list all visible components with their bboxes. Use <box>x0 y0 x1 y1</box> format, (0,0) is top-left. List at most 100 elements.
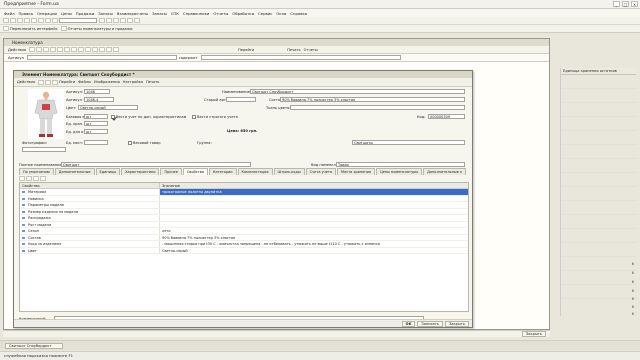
paste-icon[interactable] <box>38 18 44 23</box>
menu-spk[interactable]: СПК <box>171 11 179 16</box>
tab-additional-k[interactable]: Дополнительные к <box>423 168 467 175</box>
article-color-field[interactable]: 1046-4 <box>84 97 114 102</box>
list-close-button[interactable]: Закрыть <box>521 331 546 337</box>
sort-icon[interactable] <box>71 47 78 52</box>
menu-directories[interactable]: Справочники <box>183 11 209 16</box>
new-icon[interactable] <box>3 18 9 23</box>
close-button[interactable]: × <box>631 1 638 7</box>
minimize-button[interactable]: _ <box>613 1 620 7</box>
form-refresh-icon[interactable] <box>45 79 52 85</box>
form-actions-menu[interactable]: Действия <box>17 80 35 84</box>
tab-kit[interactable]: Комплектация <box>237 168 273 175</box>
tab-prices[interactable]: Цены номенклатуры <box>376 168 423 175</box>
tab-characteristics[interactable]: Характеристики <box>121 168 160 175</box>
form-save-icon[interactable] <box>38 79 45 85</box>
maximize-button[interactable]: □ <box>622 1 629 7</box>
list-reports-menu[interactable]: Отчеты <box>304 48 318 52</box>
tab-accounts[interactable]: Счета учета <box>305 168 337 175</box>
composition-field[interactable]: 90% бавовна 7% полиэстер 3% эластан <box>280 97 465 102</box>
ok-button[interactable]: OK <box>401 320 416 327</box>
menu-stock[interactable]: Запасы <box>98 11 113 16</box>
filter-icon[interactable] <box>64 47 71 52</box>
menu-edit[interactable]: Правка <box>19 11 33 16</box>
print-icon[interactable] <box>45 18 51 23</box>
strict-accounting-checkbox[interactable]: Вести строгого учета <box>192 114 238 119</box>
edit-icon[interactable] <box>50 47 57 52</box>
tab-categories[interactable]: Категории <box>208 168 237 175</box>
down-icon[interactable] <box>92 47 99 52</box>
type-field[interactable]: Товар <box>336 162 465 167</box>
report-unit-field[interactable]: шт <box>84 129 108 134</box>
group-field[interactable]: Свитшоты <box>352 140 465 145</box>
edit-prop-icon[interactable] <box>33 176 39 181</box>
find-icon[interactable] <box>52 18 58 23</box>
form-images-button[interactable]: Изображения <box>94 80 120 84</box>
up-icon[interactable] <box>85 47 92 52</box>
help-list-icon[interactable] <box>113 47 120 52</box>
menu-sales[interactable]: Продажи <box>76 11 94 16</box>
full-name-field[interactable]: Свитшот <box>61 162 251 167</box>
weight-goods-checkbox[interactable]: Весовой товар <box>128 140 161 145</box>
delete-icon[interactable] <box>57 47 64 52</box>
menu-help[interactable]: Справка <box>290 11 307 16</box>
filter-value-input[interactable] <box>200 55 401 60</box>
name-field[interactable]: Свитшот Сноубордист <box>250 89 465 94</box>
form-close-button[interactable]: Закрыть <box>444 320 469 327</box>
add-group-icon[interactable] <box>36 47 43 52</box>
color-field[interactable]: Светло-серый <box>78 105 138 110</box>
calc-icon[interactable] <box>99 18 105 23</box>
extra-chars-checkbox[interactable]: Вести учет по доп. характеристикам <box>111 114 186 119</box>
taskbar-item[interactable]: Свитшот Сноубордист <box>5 342 63 349</box>
form-goto-menu[interactable]: Перейти <box>59 80 75 84</box>
save-icon[interactable] <box>17 18 23 23</box>
interface-icon[interactable] <box>3 26 9 31</box>
base-unit-field[interactable]: шт <box>84 114 108 119</box>
reports-nomenclature-button[interactable]: Отчеты номенклатуры и продажи <box>68 27 133 31</box>
add-icon[interactable] <box>29 47 36 52</box>
list-goto-menu[interactable]: Перейти <box>238 48 254 52</box>
refresh-prop-icon[interactable] <box>40 176 46 181</box>
menu-reports[interactable]: Отчеты <box>213 11 228 16</box>
tab-units[interactable]: Единицы <box>95 168 121 175</box>
list-actions-menu[interactable]: Действия <box>8 48 26 52</box>
refresh-icon[interactable] <box>134 18 140 23</box>
form-settings-button[interactable]: Настройка <box>123 80 143 84</box>
tab-additional[interactable]: Дополнительные <box>54 168 95 175</box>
help-icon[interactable] <box>113 18 119 23</box>
form-copy-icon[interactable] <box>52 79 59 85</box>
copy-icon[interactable] <box>31 18 37 23</box>
add-prop-icon[interactable] <box>19 176 25 181</box>
tab-storage[interactable]: Места хранения <box>337 168 375 175</box>
fabric-color-field[interactable] <box>290 105 465 110</box>
filter-field-combo[interactable] <box>26 55 177 60</box>
menu-processing[interactable]: Обработки <box>232 11 254 16</box>
tab-properties[interactable]: Свойства <box>182 168 208 175</box>
delete-prop-icon[interactable] <box>26 176 32 181</box>
switch-interface-button[interactable]: Переключить интерфейс <box>10 27 58 31</box>
property-column-header[interactable]: Свойство <box>20 183 160 188</box>
menu-file[interactable]: Файл <box>4 11 15 16</box>
code-field[interactable]: 000000309 <box>428 114 465 119</box>
settings-icon[interactable] <box>127 18 133 23</box>
article-field[interactable]: 1046 <box>84 89 110 94</box>
value-column-header[interactable]: Значение <box>160 183 180 188</box>
menu-stock2[interactable]: Запасы <box>152 11 167 16</box>
places-field[interactable] <box>84 140 108 145</box>
reports-icon[interactable] <box>120 18 126 23</box>
storage-unit-field[interactable]: шт <box>84 121 108 126</box>
tab-other[interactable]: Прочее <box>160 168 182 175</box>
hierarchy-icon[interactable] <box>99 47 106 52</box>
open-icon[interactable] <box>10 18 16 23</box>
old-article-field[interactable] <box>226 97 256 102</box>
calendar-icon[interactable] <box>106 18 112 23</box>
form-files-button[interactable]: Файлы <box>78 80 91 84</box>
menu-service[interactable]: Сервис <box>258 11 272 16</box>
photos-field[interactable] <box>22 147 66 152</box>
menu-windows[interactable]: Окна <box>276 11 286 16</box>
menu-settlements[interactable]: Взаиморасчеты <box>117 11 148 16</box>
form-print-menu[interactable]: Печать <box>146 80 159 84</box>
menu-prices[interactable]: Цены <box>61 11 72 16</box>
report-icon[interactable] <box>60 26 67 31</box>
save-button[interactable]: Записать <box>417 320 443 327</box>
find-list-icon[interactable] <box>106 47 113 52</box>
